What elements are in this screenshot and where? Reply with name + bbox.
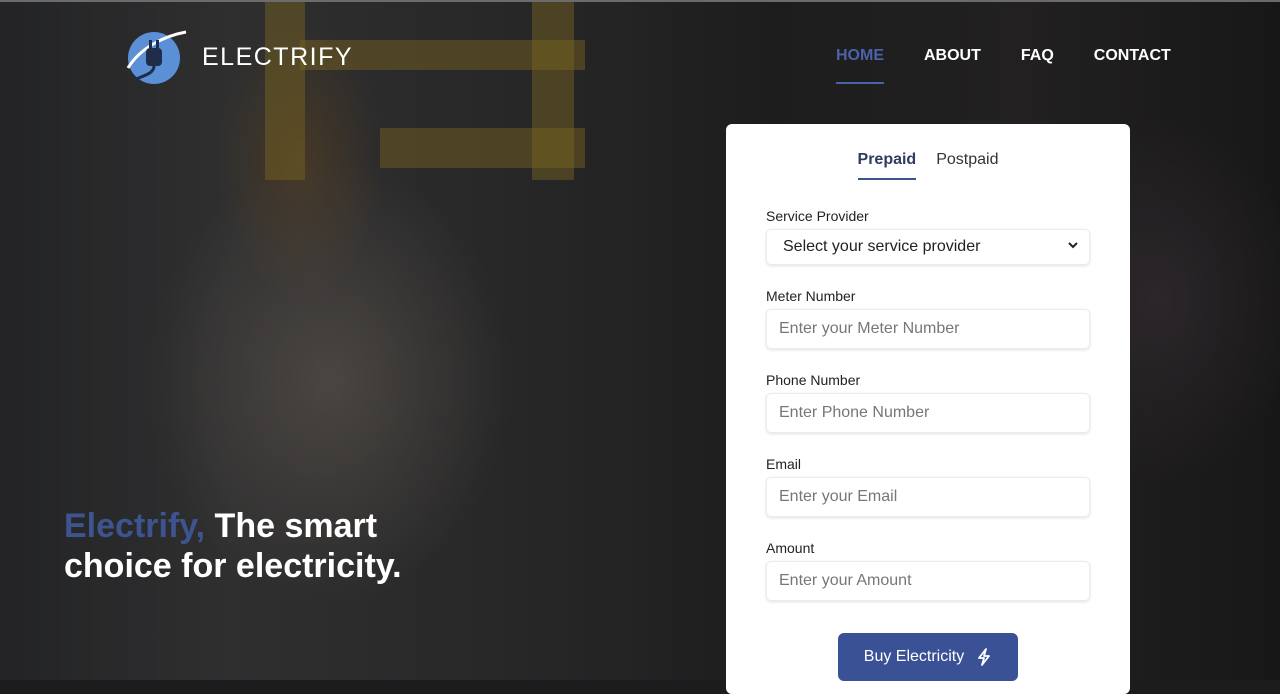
main-nav: HOME ABOUT FAQ CONTACT xyxy=(836,46,1171,84)
email-input[interactable] xyxy=(766,477,1090,517)
meter-number-field: Meter Number xyxy=(766,287,1090,349)
buy-electricity-label: Buy Electricity xyxy=(863,648,965,665)
phone-number-label: Phone Number xyxy=(766,372,861,388)
phone-number-input[interactable] xyxy=(766,393,1090,433)
tab-prepaid[interactable]: Prepaid xyxy=(857,150,916,180)
service-provider-field: Service Provider Select your service pro… xyxy=(766,207,1090,265)
lightning-bolt-icon xyxy=(978,648,991,666)
buy-electricity-button[interactable]: Buy Electricity xyxy=(838,633,1018,681)
tab-postpaid[interactable]: Postpaid xyxy=(936,150,998,180)
nav-contact[interactable]: CONTACT xyxy=(1094,46,1171,84)
service-provider-select[interactable]: Select your service provider xyxy=(766,229,1090,265)
purchase-form-card: Prepaid Postpaid Service Provider Select… xyxy=(726,124,1130,694)
nav-home[interactable]: HOME xyxy=(836,46,884,84)
hero-headline: Electrify, The smart choice for electric… xyxy=(64,506,464,586)
amount-input[interactable] xyxy=(766,561,1090,601)
hero-brand-word: Electrify, xyxy=(64,507,206,545)
plug-logo-icon xyxy=(126,30,187,84)
top-border xyxy=(0,0,1280,2)
nav-about[interactable]: ABOUT xyxy=(924,46,981,84)
plan-tabs: Prepaid Postpaid xyxy=(766,150,1090,180)
amount-label: Amount xyxy=(766,540,815,556)
brand-logo[interactable]: ELECTRIFY xyxy=(120,28,353,86)
phone-number-field: Phone Number xyxy=(766,371,1090,433)
email-label: Email xyxy=(766,456,802,472)
chevron-down-icon xyxy=(1068,242,1078,249)
meter-number-label: Meter Number xyxy=(766,288,856,304)
email-field: Email xyxy=(766,455,1090,517)
service-provider-label: Service Provider xyxy=(766,208,869,224)
meter-number-input[interactable] xyxy=(766,309,1090,349)
amount-field: Amount xyxy=(766,539,1090,601)
brand-name: ELECTRIFY xyxy=(202,42,354,71)
nav-faq[interactable]: FAQ xyxy=(1021,46,1054,84)
service-provider-value: Select your service provider xyxy=(766,229,1090,265)
